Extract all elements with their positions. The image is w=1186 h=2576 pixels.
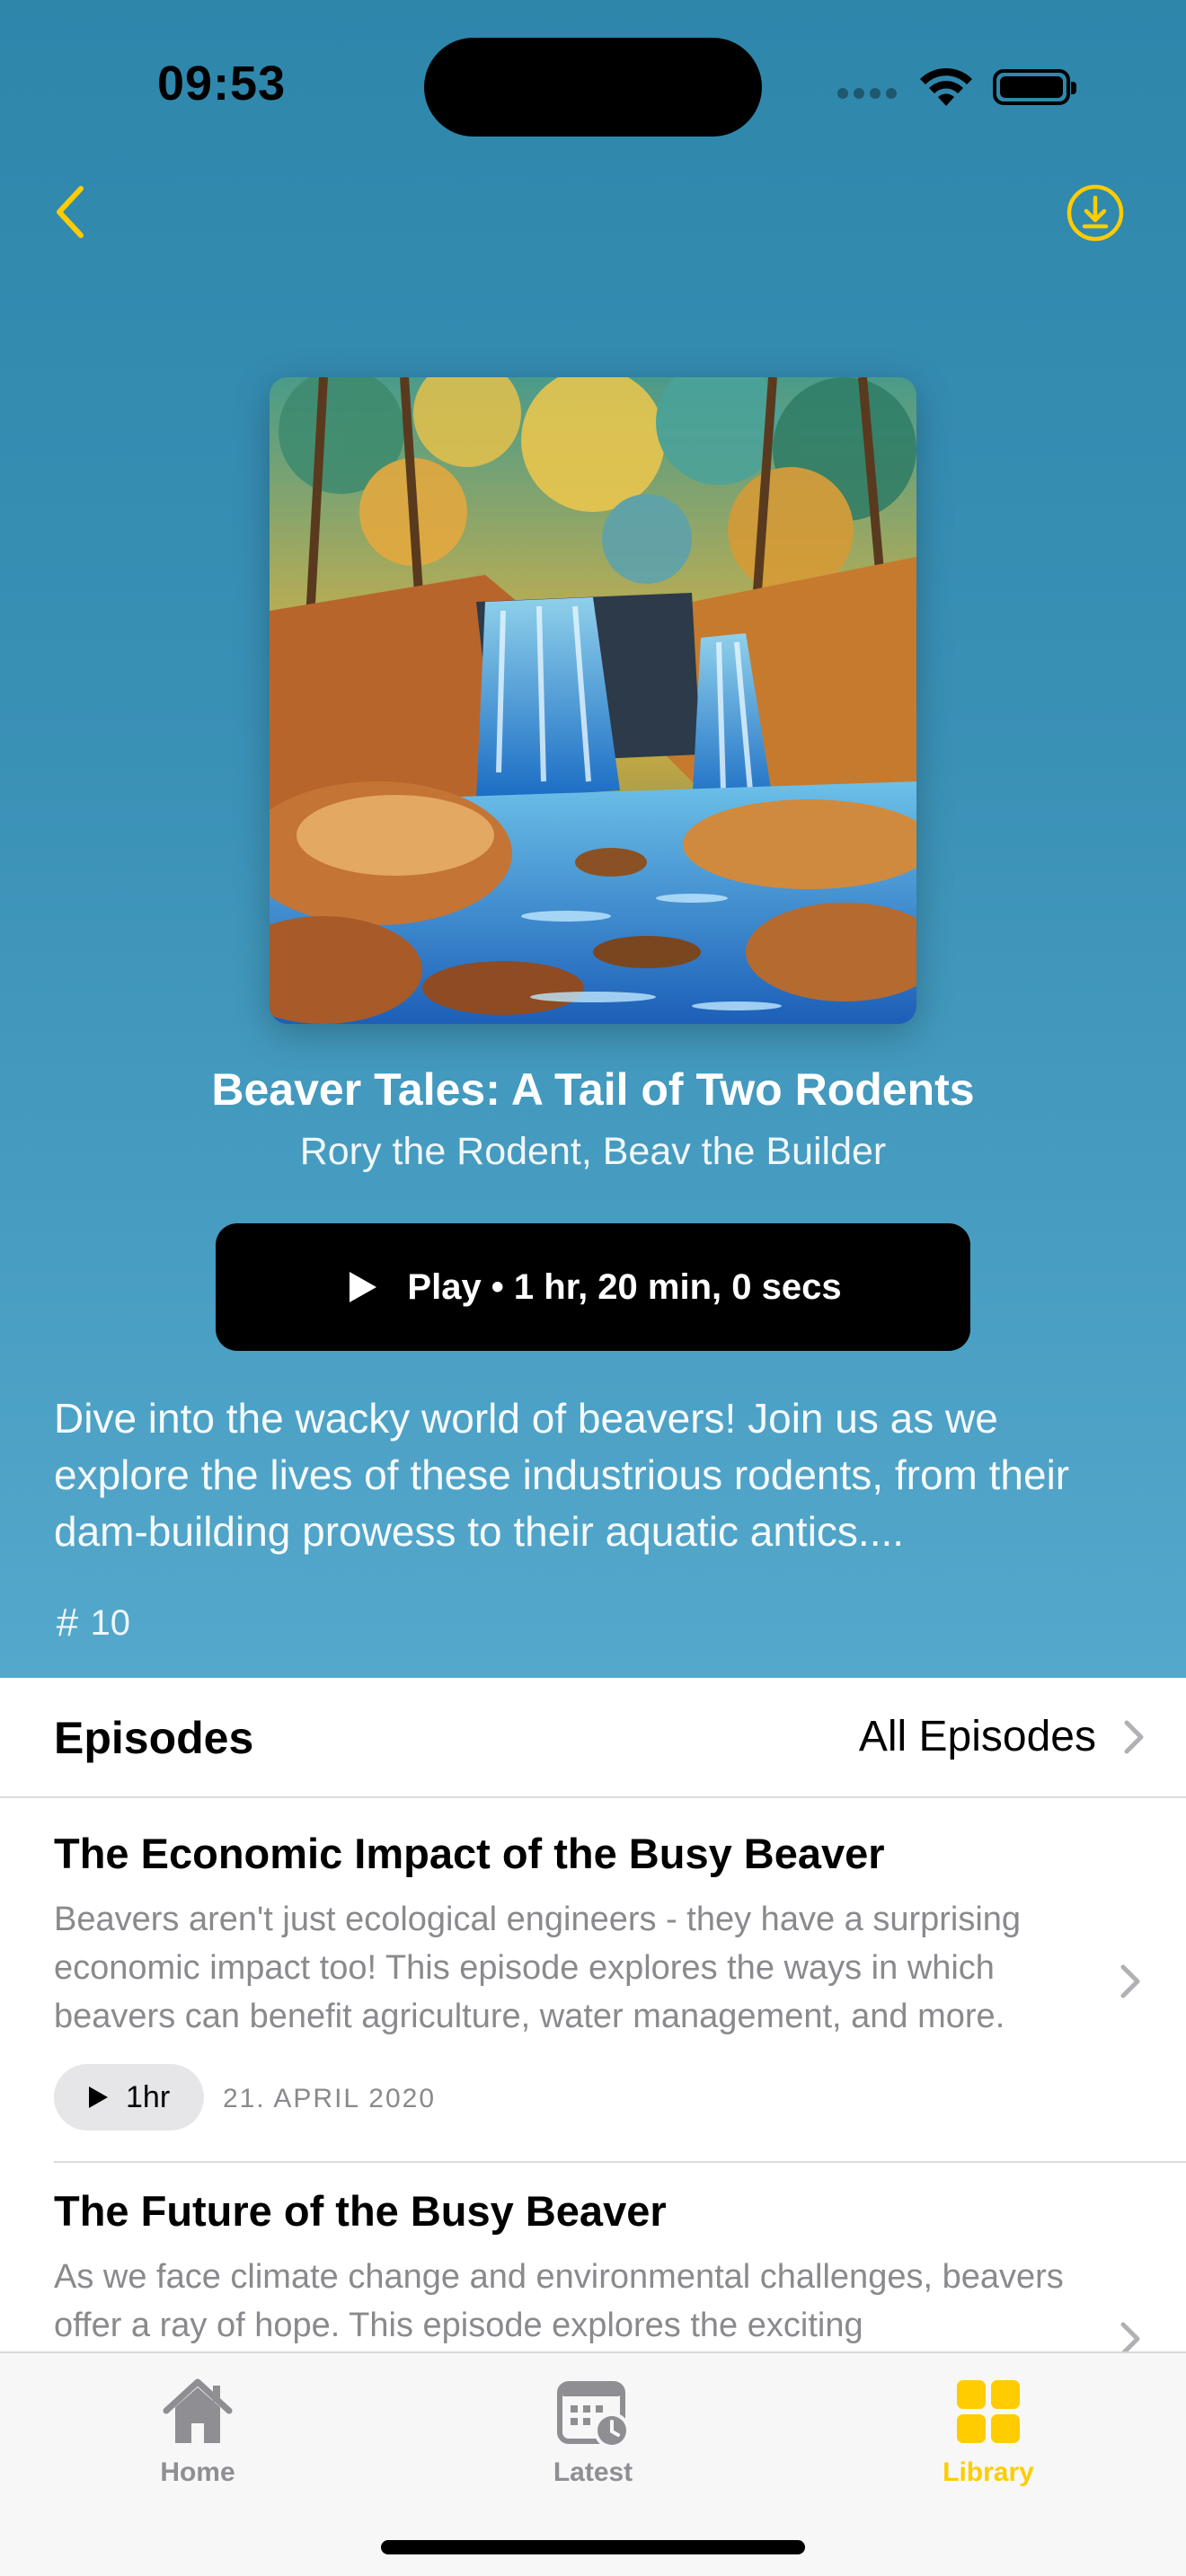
calendar-clock-icon bbox=[557, 2381, 630, 2448]
podcast-description[interactable]: Dive into the wacky world of beavers! Jo… bbox=[54, 1390, 1132, 1560]
play-button[interactable]: Play • 1 hr, 20 min, 0 secs bbox=[216, 1223, 970, 1351]
all-episodes-label: All Episodes bbox=[858, 1713, 1096, 1760]
episodes-header: Episodes All Episodes bbox=[0, 1678, 1186, 1798]
tab-library[interactable]: Library bbox=[881, 2371, 1096, 2488]
podcast-header: 09:53 Beaver Tales: A Tail of Two Rodent… bbox=[0, 0, 1186, 1678]
play-icon bbox=[89, 2086, 108, 2108]
waterfall-artwork-image bbox=[270, 377, 916, 1024]
grid-icon bbox=[957, 2380, 1020, 2443]
play-button-label: Play • 1 hr, 20 min, 0 secs bbox=[407, 1266, 842, 1307]
back-button[interactable] bbox=[45, 176, 99, 248]
episode-count: # 10 bbox=[56, 1601, 130, 1645]
chevron-right-icon bbox=[1120, 1964, 1140, 1998]
episodes-title: Episodes bbox=[54, 1713, 254, 1763]
tab-latest[interactable]: Latest bbox=[485, 2371, 701, 2488]
episode-description: As we face climate change and environmen… bbox=[54, 2258, 1064, 2344]
all-episodes-link[interactable]: All Episodes bbox=[859, 1712, 1145, 1761]
play-icon bbox=[350, 1272, 377, 1302]
episode-play-button[interactable]: 1hr bbox=[54, 2064, 205, 2130]
status-time: 09:53 bbox=[157, 57, 287, 110]
battery-icon bbox=[993, 69, 1076, 105]
podcast-authors: Rory the Rodent, Beav the Builder bbox=[299, 1130, 887, 1173]
tab-home-label: Home bbox=[160, 2457, 235, 2487]
tab-latest-label: Latest bbox=[553, 2457, 633, 2487]
episode-description: Beavers aren't just ecological engineers… bbox=[54, 1901, 1022, 2035]
episode-title: The Future of the Busy Beaver bbox=[54, 2187, 667, 2235]
download-button[interactable] bbox=[1066, 183, 1125, 243]
episode-count-value: 10 bbox=[90, 1602, 130, 1643]
wifi-icon bbox=[920, 67, 972, 106]
podcast-screen: 09:53 Beaver Tales: A Tail of Two Rodent… bbox=[0, 0, 1186, 2576]
episode-row[interactable]: The Economic Impact of the Busy Beaver B… bbox=[0, 1796, 1186, 2165]
chevron-right-icon bbox=[1120, 2322, 1140, 2353]
tab-home[interactable]: Home bbox=[90, 2371, 305, 2488]
tab-library-label: Library bbox=[943, 2457, 1034, 2487]
episode-title: The Economic Impact of the Busy Beaver bbox=[54, 1830, 885, 1877]
podcast-title: Beaver Tales: A Tail of Two Rodents bbox=[211, 1064, 975, 1115]
dynamic-island bbox=[424, 38, 762, 137]
episode-row[interactable]: The Future of the Busy Beaver As we face… bbox=[0, 2165, 1186, 2353]
episode-duration: 1hr bbox=[126, 2079, 171, 2114]
divider bbox=[54, 2161, 1186, 2163]
home-indicator[interactable] bbox=[381, 2540, 805, 2554]
chevron-right-icon bbox=[1124, 1720, 1144, 1753]
episode-date: 21. APRIL 2020 bbox=[223, 2084, 437, 2113]
podcast-artwork bbox=[270, 377, 916, 1024]
cellular-signal-icon bbox=[837, 88, 897, 99]
hashtag-icon: # bbox=[56, 1601, 78, 1645]
house-icon bbox=[163, 2378, 233, 2443]
